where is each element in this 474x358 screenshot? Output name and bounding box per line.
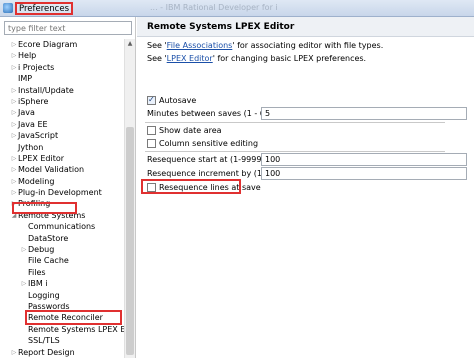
tree-item-label: Debug — [28, 245, 55, 255]
tree-item-model-validation[interactable]: ▷ Model Validation — [0, 164, 124, 175]
tree-item-label: Plug-in Development — [18, 188, 102, 198]
tree-item-javascript[interactable]: ▷ JavaScript — [0, 130, 124, 141]
tree-item-label: Model Validation — [18, 165, 85, 175]
tree-item-ecore-diagram[interactable]: ▷ Ecore Diagram — [0, 39, 124, 50]
tree-item-label: DataStore — [28, 233, 69, 243]
tree-scrollbar[interactable]: ▲ — [124, 39, 135, 358]
tree-item-label: File Cache — [28, 256, 69, 266]
page-header: Remote Systems LPEX Editor — [137, 17, 474, 37]
tree-item-label: Report Design — [18, 347, 75, 357]
scrollbar-thumb[interactable] — [126, 127, 134, 355]
highlight-resequence-lines — [141, 179, 241, 194]
lpex-editor-line: See 'LPEX Editor' for changing basic LPE… — [147, 54, 366, 63]
collapsed-chevron-icon[interactable]: ▷ — [21, 244, 27, 255]
collapsed-chevron-icon[interactable]: ▷ — [11, 39, 17, 50]
highlight-remote-systems — [12, 202, 77, 214]
assoc-suffix: ' for associating editor with file types… — [232, 41, 384, 50]
tree-item-label: Modeling — [18, 176, 55, 186]
tree-item-label: Logging — [28, 290, 60, 300]
tree-item-label: IBM i — [28, 279, 48, 289]
section-divider-2 — [145, 151, 445, 152]
autosave-label: Autosave — [159, 96, 197, 105]
tree-item-label: SSL/TLS — [28, 336, 60, 346]
tree-item-java-ee[interactable]: ▷ Java EE — [0, 119, 124, 130]
collapsed-chevron-icon[interactable]: ▷ — [11, 96, 17, 107]
tree-item-jython[interactable]: Jython — [0, 142, 124, 153]
collapsed-chevron-icon[interactable]: ▷ — [11, 153, 17, 164]
tree-item-i-projects[interactable]: ▷ i Projects — [0, 62, 124, 73]
lpex-prefix: See ' — [147, 54, 167, 63]
lpex-editor-link[interactable]: LPEX Editor — [167, 54, 213, 63]
tree-item-report-design[interactable]: ▷ Report Design — [0, 347, 124, 358]
tree-item-lpex-editor[interactable]: ▷ LPEX Editor — [0, 153, 124, 164]
tree-item-label: IMP — [18, 74, 33, 84]
resequence-increment-input[interactable] — [261, 167, 467, 180]
lpex-suffix: ' for changing basic LPEX preferences. — [212, 54, 367, 63]
show-date-area-checkbox[interactable] — [147, 126, 156, 135]
tree-item-debug[interactable]: ▷ Debug — [0, 244, 124, 255]
highlight-remote-systems-lpex-editor — [25, 310, 122, 325]
file-associations-line: See 'File Associations' for associating … — [147, 41, 383, 50]
collapsed-chevron-icon[interactable]: ▷ — [11, 85, 17, 96]
tree-item-files[interactable]: Files — [0, 267, 124, 278]
tree-item-communications[interactable]: Communications — [0, 221, 124, 232]
resequence-start-input[interactable] — [261, 153, 467, 166]
window-title: Preferences — [15, 2, 73, 15]
collapsed-chevron-icon[interactable]: ▷ — [11, 176, 17, 187]
tree-item-logging[interactable]: Logging — [0, 290, 124, 301]
tree-item-label: Java — [18, 108, 35, 118]
tree-item-label: Ecore Diagram — [18, 40, 78, 49]
collapsed-chevron-icon[interactable]: ▷ — [11, 187, 17, 198]
tree-item-imp[interactable]: IMP — [0, 73, 124, 84]
tree-item-label: Communications — [28, 222, 96, 232]
filter-input[interactable] — [4, 21, 132, 35]
show-date-area-label: Show date area — [159, 126, 222, 135]
collapsed-chevron-icon[interactable]: ▷ — [11, 164, 17, 175]
tree-item-isphere[interactable]: ▷ iSphere — [0, 96, 124, 107]
tree-item-install-update[interactable]: ▷ Install/Update — [0, 85, 124, 96]
file-associations-link[interactable]: File Associations — [167, 41, 233, 50]
collapsed-chevron-icon[interactable]: ▷ — [11, 62, 17, 73]
minutes-label: Minutes between saves (1 - 60) — [147, 109, 274, 118]
tree-item-file-cache[interactable]: File Cache — [0, 255, 124, 266]
tree-item-label: Java EE — [18, 119, 48, 129]
collapsed-chevron-icon[interactable]: ▷ — [11, 119, 17, 130]
tree-item-label: Help — [18, 51, 37, 61]
column-sensitive-label: Column sensitive editing — [159, 139, 259, 148]
tree-item-plug-in-development[interactable]: ▷ Plug-in Development — [0, 187, 124, 198]
tree-item-label: Remote Systems LPEX Editor — [28, 324, 136, 334]
tree-item-ssl-tls[interactable]: SSL/TLS — [0, 335, 124, 346]
tree-item-help[interactable]: ▷ Help — [0, 50, 124, 61]
scroll-up-arrow-icon[interactable]: ▲ — [125, 39, 135, 49]
tree-item-label: Jython — [18, 142, 44, 152]
tree-item-java[interactable]: ▷ Java — [0, 107, 124, 118]
collapsed-chevron-icon[interactable]: ▷ — [21, 278, 27, 289]
tree-item-remote-systems-lpex-editor[interactable]: Remote Systems LPEX Editor — [0, 324, 135, 335]
page-title: Remote Systems LPEX Editor — [147, 22, 295, 32]
column-sensitive-checkbox[interactable] — [147, 139, 156, 148]
title-bar: Preferences ... - IBM Rational Developer… — [0, 0, 474, 17]
assoc-prefix: See ' — [147, 41, 167, 50]
minutes-between-saves-input[interactable] — [261, 107, 467, 120]
autosave-checkbox[interactable] — [147, 95, 156, 105]
tree-item-label: i Projects — [18, 62, 55, 72]
background-window-title: ... - IBM Rational Developer for i — [150, 3, 278, 12]
collapsed-chevron-icon[interactable]: ▷ — [11, 130, 17, 141]
tree-item-label: Install/Update — [18, 85, 74, 95]
collapsed-chevron-icon[interactable]: ▷ — [11, 107, 17, 118]
tree-item-datastore[interactable]: DataStore — [0, 233, 124, 244]
preferences-tree-panel: ▷Ecore Diagram▷Help▷i ProjectsIMP▷Instal… — [0, 17, 136, 358]
tree-item-label: iSphere — [18, 96, 49, 106]
tree-item-modeling[interactable]: ▷ Modeling — [0, 176, 124, 187]
section-divider — [145, 122, 445, 123]
collapsed-chevron-icon[interactable]: ▷ — [11, 50, 17, 61]
preference-page: Remote Systems LPEX Editor See 'File Ass… — [137, 17, 474, 358]
tree-item-ibm-i[interactable]: ▷ IBM i — [0, 278, 124, 289]
tree-item-label: JavaScript — [18, 131, 59, 141]
app-icon — [3, 3, 13, 13]
tree-item-label: Files — [28, 267, 46, 277]
tree-item-label: LPEX Editor — [18, 153, 65, 163]
collapsed-chevron-icon[interactable]: ▷ — [11, 347, 17, 358]
resequence-start-label: Resequence start at (1-9999): — [147, 155, 268, 164]
